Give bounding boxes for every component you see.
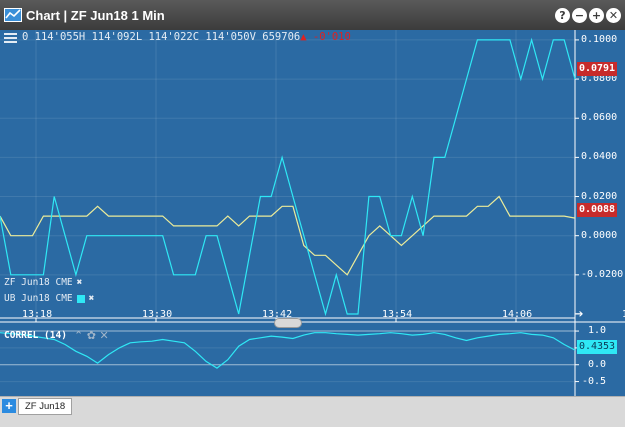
- remove-series-icon[interactable]: ✖: [89, 293, 95, 304]
- collapse-icon[interactable]: ⌃: [74, 329, 83, 342]
- remove-series-icon[interactable]: ✖: [77, 277, 83, 288]
- study-label: CORREL (14): [4, 330, 67, 341]
- x-tick-label: 13:30: [142, 309, 173, 320]
- help-icon[interactable]: ?: [555, 8, 570, 23]
- main-series: [0, 37, 576, 317]
- cyan-price-tag: 0.0791: [577, 62, 617, 76]
- y-tick-label: 0.1000: [581, 33, 618, 45]
- change-arrow-icon: ▲: [300, 31, 307, 43]
- correl-y-tick-label: -0.5: [582, 375, 607, 387]
- scroll-right-icon[interactable]: ➔: [575, 309, 583, 320]
- study-controls: ⌃ ✿ ✕: [74, 329, 109, 342]
- quote-close: 114'022C: [148, 31, 200, 43]
- y-tick-label: 0.0200: [581, 190, 618, 202]
- x-tick-label: 13:18: [22, 309, 53, 320]
- title-bar[interactable]: Chart | ZF Jun18 1 Min ? − + ✕: [0, 0, 625, 30]
- settings-icon[interactable]: ✿: [87, 329, 96, 342]
- minimize-icon[interactable]: −: [572, 8, 587, 23]
- quote-low: 114'092L: [91, 31, 143, 43]
- series-line-cyan: [0, 37, 576, 317]
- pane-resize-handle[interactable]: [274, 318, 302, 328]
- close-icon[interactable]: ✕: [606, 8, 621, 23]
- y-tick-label: 0.0000: [581, 229, 618, 241]
- tab-bar: + ZF Jun18: [0, 396, 625, 427]
- chart-app-icon: [4, 8, 22, 22]
- y-tick-label: 0.0600: [581, 112, 618, 124]
- menu-icon[interactable]: [4, 32, 17, 44]
- maximize-icon[interactable]: +: [589, 8, 604, 23]
- correl-value-tag: 0.4353: [577, 340, 617, 354]
- quote-change: -0'010: [312, 31, 351, 43]
- close-study-icon[interactable]: ✕: [99, 329, 108, 342]
- main-grid: [0, 30, 579, 322]
- y-tick-label: -0.0200: [581, 268, 624, 280]
- yellow-price-tag: 0.0088: [577, 203, 617, 217]
- x-tick-label: 14:06: [502, 309, 533, 320]
- series-color-swatch[interactable]: [76, 294, 85, 303]
- legend-item-ub: UB Jun18 CME ✖: [4, 293, 94, 304]
- quote-high: 114'055H: [34, 31, 86, 43]
- add-tab-button[interactable]: +: [2, 399, 16, 413]
- x-tick-label: 13:54: [382, 309, 413, 320]
- legend-label: UB Jun18 CME: [4, 293, 73, 304]
- tab-zf-jun18[interactable]: ZF Jun18: [18, 398, 73, 415]
- correl-y-tick-label: 1.0: [588, 325, 607, 337]
- chart-window: Chart | ZF Jun18 1 Min ? − + ✕ 0 114'055…: [0, 0, 625, 427]
- legend-item-zf: ZF Jun18 CME ✖: [4, 277, 82, 288]
- correl-y-tick-label: 0.0: [588, 358, 607, 370]
- quote-volume: 114'050V: [205, 31, 256, 43]
- quote-open: 0: [22, 31, 29, 43]
- quote-count: 659706: [262, 31, 301, 43]
- legend-label: ZF Jun18 CME: [4, 277, 73, 288]
- window-title: Chart | ZF Jun18 1 Min: [26, 8, 165, 23]
- y-tick-label: 0.0400: [581, 151, 618, 163]
- quote-readout: 0 114'055H 114'092L 114'022C 114'050V 65…: [22, 31, 351, 43]
